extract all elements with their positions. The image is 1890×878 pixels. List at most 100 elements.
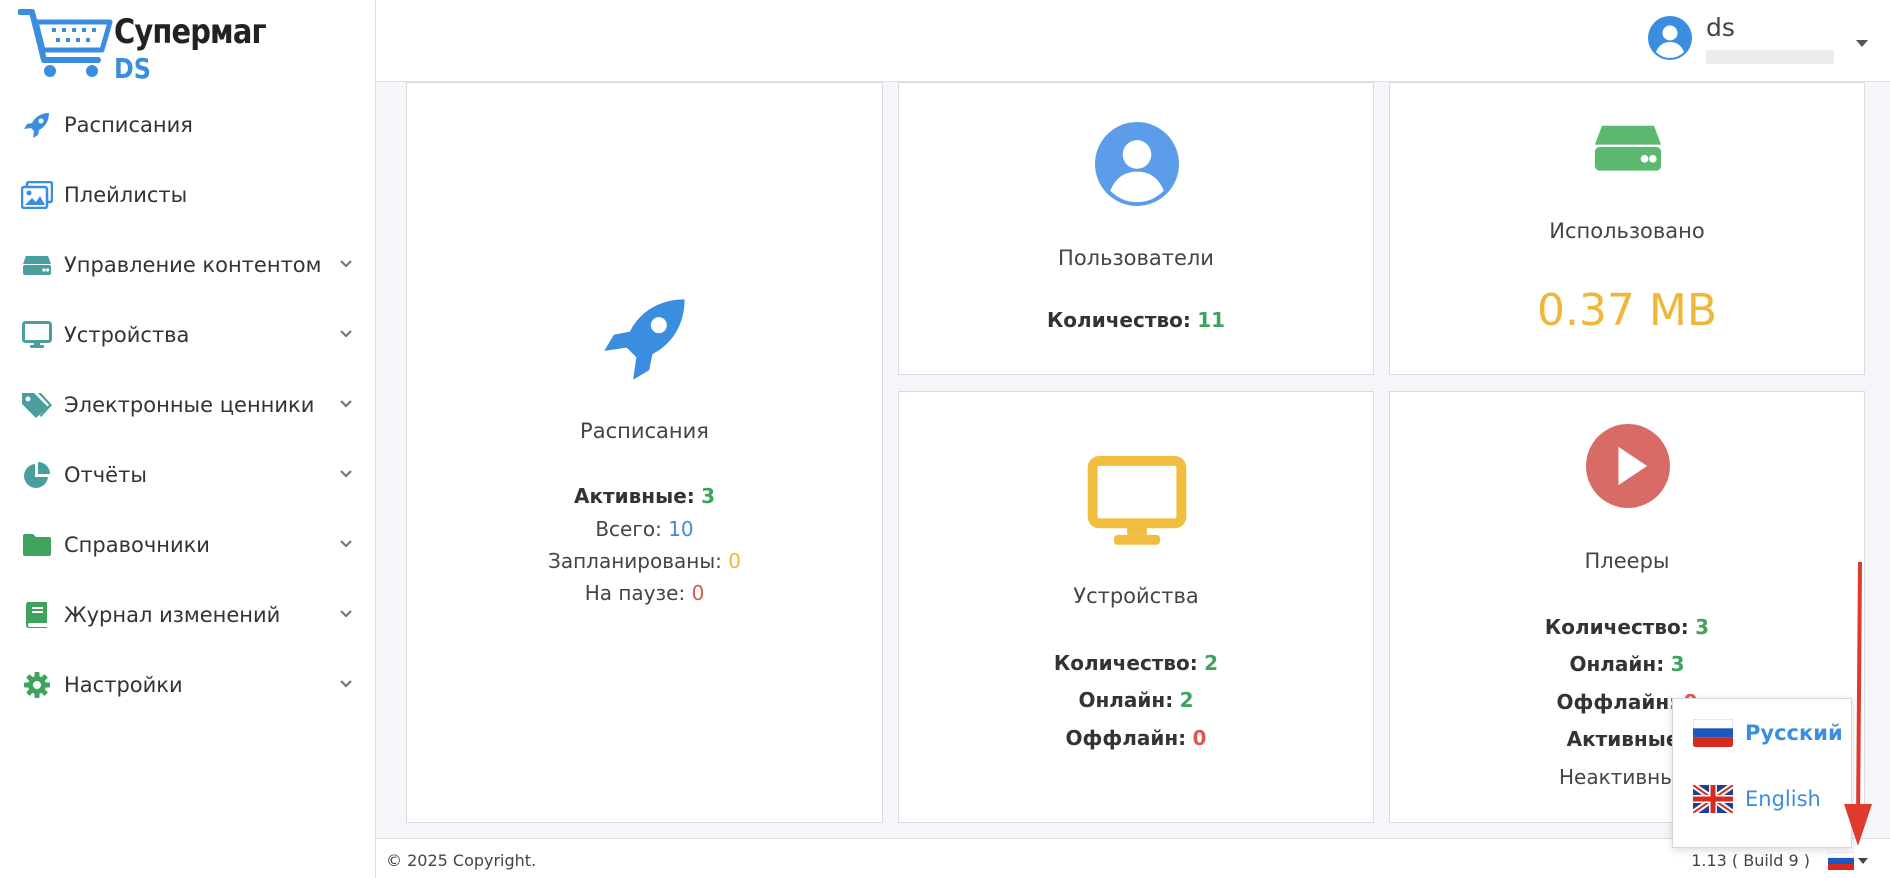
language-selector-button[interactable] bbox=[1828, 851, 1868, 871]
top-header: ds bbox=[376, 0, 1890, 82]
sidebar-nav: Расписания Плейлисты Управление контенто… bbox=[0, 90, 376, 720]
redacted-user-info bbox=[1706, 50, 1834, 64]
sidebar-item-schedules[interactable]: Расписания bbox=[0, 90, 376, 160]
players-count: Количество: 3 bbox=[1390, 610, 1864, 644]
chevron-down-icon bbox=[340, 540, 352, 548]
card-title: Пользователи bbox=[1058, 246, 1214, 270]
chevron-down-icon bbox=[340, 610, 352, 618]
gear-icon bbox=[20, 668, 54, 702]
chevron-down-icon bbox=[1856, 40, 1868, 47]
devices-count: Количество: 2 bbox=[899, 646, 1373, 680]
paused-schedules: На паузе: 0 bbox=[407, 576, 882, 610]
sidebar-item-settings[interactable]: Настройки bbox=[0, 650, 376, 720]
language-dropdown: Русский English bbox=[1672, 698, 1852, 848]
stat-label: Количество: bbox=[1053, 651, 1198, 675]
brand-name: Супермаг bbox=[114, 12, 267, 52]
active-schedules: Активные: 3 bbox=[407, 479, 882, 513]
chevron-down-icon bbox=[1858, 858, 1868, 864]
book-icon bbox=[20, 598, 54, 632]
tags-icon bbox=[20, 388, 54, 422]
username: ds bbox=[1706, 13, 1735, 42]
stat-value: 2 bbox=[1204, 651, 1219, 675]
user-menu[interactable]: ds bbox=[1648, 14, 1868, 64]
stat-label: Оффлайн: bbox=[1065, 726, 1187, 750]
russia-flag-icon bbox=[1828, 852, 1854, 870]
stat-label: Количество: bbox=[1544, 615, 1689, 639]
language-label: Русский bbox=[1745, 721, 1843, 745]
chevron-down-icon bbox=[340, 260, 352, 268]
sidebar-item-label: Журнал изменений bbox=[64, 603, 281, 627]
devices-offline: Оффлайн: 0 bbox=[899, 721, 1373, 755]
stat-label: Онлайн: bbox=[1569, 652, 1665, 676]
user-avatar-icon bbox=[1648, 16, 1692, 60]
sidebar-item-label: Настройки bbox=[64, 673, 183, 697]
sidebar-item-label: Справочники bbox=[64, 533, 210, 557]
uk-flag-icon bbox=[1693, 785, 1733, 813]
pie-chart-icon bbox=[20, 458, 54, 492]
users-card: Пользователи Количество: 11 bbox=[898, 82, 1374, 375]
stat-label: На паузе: bbox=[584, 581, 686, 605]
card-title: Устройства bbox=[1073, 584, 1199, 608]
sidebar-item-label: Управление контентом bbox=[64, 253, 322, 277]
sidebar-item-price-tags[interactable]: Электронные ценники bbox=[0, 370, 376, 440]
chevron-down-icon bbox=[340, 400, 352, 408]
schedules-card: Расписания Активные: 3 Всего: 10 Заплани… bbox=[406, 82, 883, 823]
stat-value: 3 bbox=[1670, 652, 1685, 676]
sidebar-item-label: Расписания bbox=[64, 113, 193, 137]
stat-value: 11 bbox=[1197, 308, 1226, 332]
sidebar-item-content[interactable]: Управление контентом bbox=[0, 230, 376, 300]
planned-schedules: Запланированы: 0 bbox=[407, 544, 882, 578]
play-circle-icon bbox=[1586, 424, 1670, 508]
language-option-russian[interactable]: Русский bbox=[1693, 715, 1843, 751]
sidebar-item-label: Отчёты bbox=[64, 463, 147, 487]
user-circle-icon bbox=[1095, 122, 1179, 206]
rocket-icon bbox=[604, 299, 685, 380]
language-option-english[interactable]: English bbox=[1693, 781, 1821, 817]
chevron-down-icon bbox=[340, 330, 352, 338]
russia-flag-icon bbox=[1693, 719, 1733, 747]
stat-label: Активные: bbox=[573, 484, 695, 508]
stat-label: Оффлайн: bbox=[1556, 690, 1678, 714]
stat-label: Онлайн: bbox=[1078, 688, 1174, 712]
stat-value: 3 bbox=[701, 484, 716, 508]
folder-icon bbox=[20, 528, 54, 562]
sidebar-item-changelog[interactable]: Журнал изменений bbox=[0, 580, 376, 650]
sidebar-item-devices[interactable]: Устройства bbox=[0, 300, 376, 370]
brand-suffix: DS bbox=[114, 52, 151, 85]
sidebar-item-references[interactable]: Справочники bbox=[0, 510, 376, 580]
users-count: Количество: 11 bbox=[899, 303, 1373, 337]
sidebar-item-label: Плейлисты bbox=[64, 183, 188, 207]
copyright-text: © 2025 Copyright. bbox=[386, 851, 537, 870]
monitor-icon bbox=[1087, 456, 1187, 545]
sidebar-item-label: Устройства bbox=[64, 323, 190, 347]
footer: © 2025 Copyright. 1.13 ( Build 9 ) bbox=[376, 838, 1890, 878]
chevron-down-icon bbox=[340, 680, 352, 688]
card-title: Расписания bbox=[580, 419, 709, 443]
language-label: English bbox=[1745, 787, 1821, 811]
chevron-down-icon bbox=[340, 470, 352, 478]
monitor-icon bbox=[20, 318, 54, 352]
total-schedules: Всего: 10 bbox=[407, 512, 882, 546]
card-title: Использовано bbox=[1549, 219, 1705, 243]
storage-card: Использовано 0.37 MB bbox=[1389, 82, 1865, 375]
sidebar: Супермаг DS Расписания Плейлисты Управле… bbox=[0, 0, 376, 878]
sidebar-item-label: Электронные ценники bbox=[64, 393, 315, 417]
storage-used-value: 0.37 MB bbox=[1536, 285, 1718, 336]
images-icon bbox=[20, 178, 54, 212]
stat-value: 0 bbox=[1192, 726, 1207, 750]
cart-icon bbox=[17, 9, 113, 77]
devices-card: Устройства Количество: 2 Онлайн: 2 Оффла… bbox=[898, 391, 1374, 823]
stat-value: 0 bbox=[728, 549, 741, 573]
stat-label: Количество: bbox=[1046, 308, 1191, 332]
stat-label: Всего: bbox=[595, 517, 662, 541]
hdd-icon bbox=[1594, 125, 1662, 171]
version-text: 1.13 ( Build 9 ) bbox=[1691, 851, 1810, 870]
devices-online: Онлайн: 2 bbox=[899, 683, 1373, 717]
sidebar-item-reports[interactable]: Отчёты bbox=[0, 440, 376, 510]
stat-label: Активные: bbox=[1566, 727, 1688, 751]
annotation-arrow-icon bbox=[1844, 561, 1872, 846]
brand-logo[interactable]: Супермаг DS bbox=[17, 8, 348, 85]
sidebar-item-playlists[interactable]: Плейлисты bbox=[0, 160, 376, 230]
stat-value: 10 bbox=[668, 517, 694, 541]
card-title: Плееры bbox=[1584, 549, 1670, 573]
